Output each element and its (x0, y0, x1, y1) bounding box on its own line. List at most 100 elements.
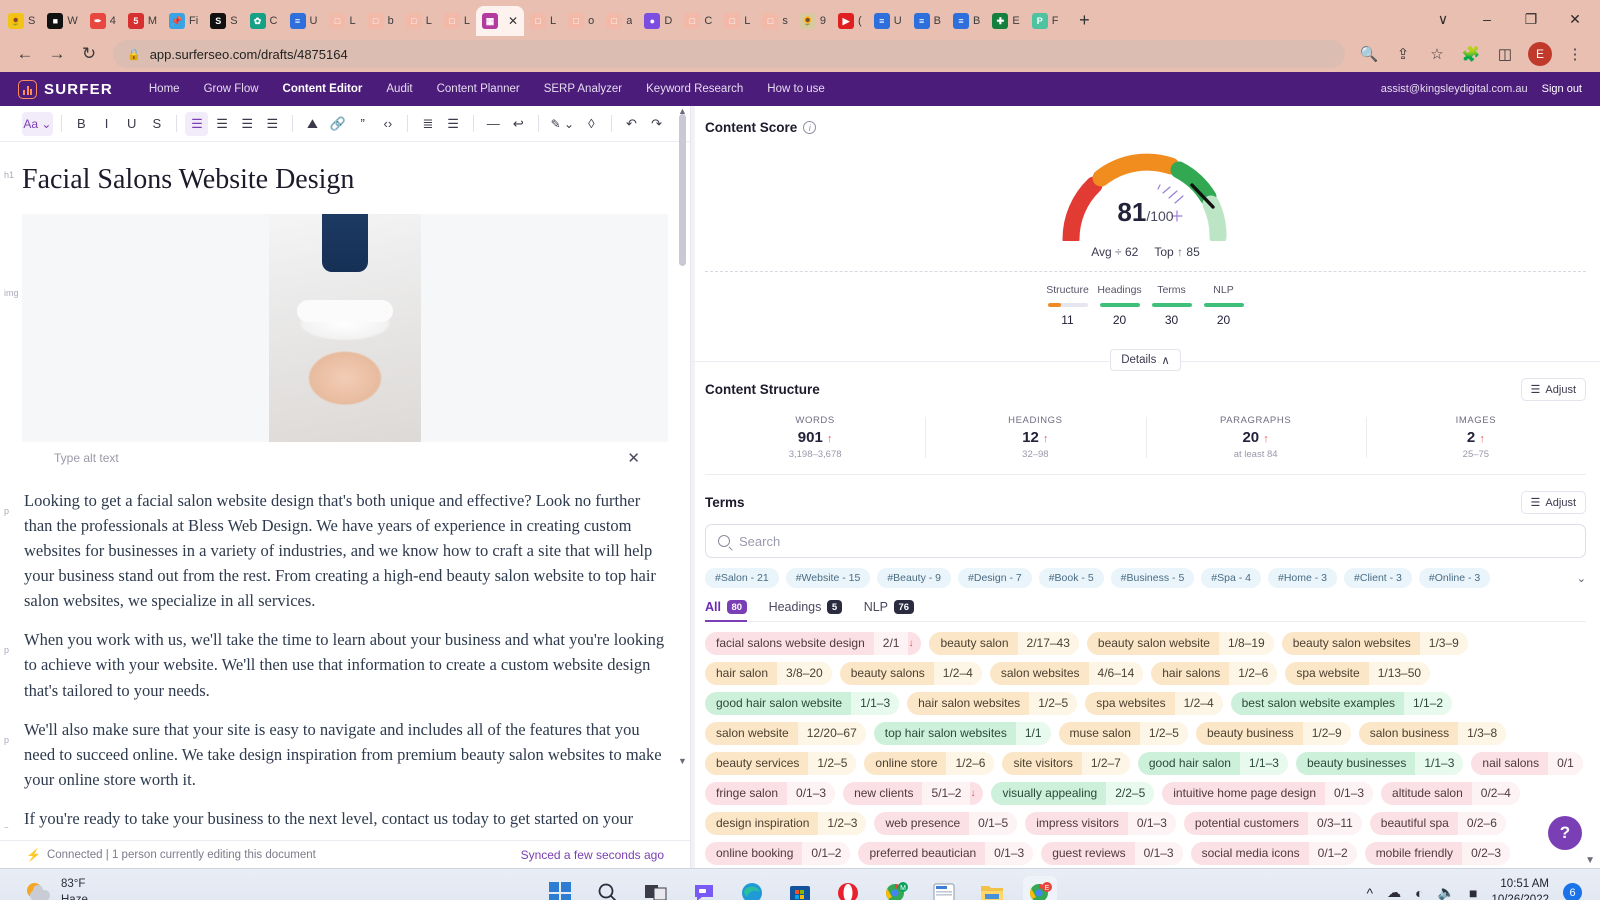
browser-tab[interactable]: ● D (638, 6, 678, 36)
scroll-up-icon[interactable]: ▲ (678, 106, 687, 116)
term-chip[interactable]: spa website 1/13–50 (1285, 662, 1431, 685)
close-icon[interactable]: ✕ (508, 14, 518, 28)
browser-tab[interactable]: □ o (562, 6, 600, 36)
address-bar[interactable]: 🔒 app.surferseo.com/drafts/4875164 (113, 40, 1345, 68)
alt-text-placeholder[interactable]: Type alt text (54, 451, 119, 465)
browser-tab[interactable]: □ C (678, 6, 718, 36)
term-chip[interactable]: beauty businesses 1/1–3 (1295, 752, 1464, 775)
term-chip[interactable]: salon websites 4/6–14 (989, 662, 1144, 685)
term-chip[interactable]: beauty services 1/2–5 (705, 752, 857, 775)
hero-image[interactable] (22, 214, 668, 442)
term-chip[interactable]: hair salon 3/8–20 (705, 662, 832, 685)
term-chip[interactable]: good hair salon website 1/1–3 (705, 692, 900, 715)
browser-tab[interactable]: 5M (122, 6, 163, 36)
microsoft-store-icon[interactable] (783, 876, 817, 900)
document-scrollbar[interactable]: ▲ ▼ (678, 106, 687, 766)
term-chip[interactable]: beautiful spa 0/2–6 (1369, 812, 1506, 835)
term-chip[interactable]: social media icons 0/1–2 (1190, 842, 1357, 865)
line-break-icon[interactable]: ↩ (507, 112, 530, 136)
browser-tab[interactable]: □ L (323, 6, 361, 36)
document-paragraph[interactable]: Looking to get a facial salon website de… (22, 488, 668, 613)
term-chip[interactable]: fringe salon 0/1–3 (705, 782, 836, 805)
term-chip[interactable]: visually appealing 2/2–5 (991, 782, 1155, 805)
term-chip[interactable]: online store 1/2–6 (864, 752, 995, 775)
adjust-terms-button[interactable]: ☰ Adjust (1520, 491, 1586, 514)
term-chip[interactable]: hair salons 1/2–6 (1151, 662, 1278, 685)
terms-search-box[interactable] (705, 524, 1586, 558)
nav-link-content-planner[interactable]: Content Planner (425, 83, 532, 95)
back-arrow-icon[interactable]: ← (10, 39, 40, 69)
nav-link-home[interactable]: Home (137, 83, 192, 95)
volume-icon[interactable]: 🔈 (1438, 884, 1455, 900)
hashtag-filter[interactable]: #Beauty - 9 (877, 568, 952, 588)
browser-tab[interactable]: □ L (400, 6, 438, 36)
forward-arrow-icon[interactable]: → (42, 39, 72, 69)
details-button[interactable]: Details ∧ (1110, 349, 1181, 371)
redo-icon[interactable]: ↷ (645, 112, 668, 136)
edge-browser-icon[interactable] (735, 876, 769, 900)
hashtag-filter[interactable]: #Online - 3 (1418, 568, 1491, 588)
document-canvas[interactable]: h1 Facial Salons Website Design img Type… (0, 142, 690, 840)
side-panel-icon[interactable]: ◫ (1490, 39, 1520, 69)
term-chip[interactable]: beauty business 1/2–9 (1195, 722, 1351, 745)
document-paragraph[interactable]: We'll also make sure that your site is e… (22, 717, 668, 792)
term-chip[interactable]: design inspiration 1/2–3 (705, 812, 867, 835)
hashtag-filter[interactable]: #Client - 3 (1344, 568, 1412, 588)
hashtag-filter[interactable]: #Business - 5 (1110, 568, 1195, 588)
scroll-down-icon[interactable]: ▼ (678, 756, 687, 766)
notification-badge[interactable]: 6 (1563, 883, 1582, 900)
close-icon[interactable]: ✕ (627, 449, 640, 467)
terms-tab-headings[interactable]: Headings 5 (769, 600, 842, 621)
clock[interactable]: 10:51 AM 10/26/2022 (1491, 877, 1549, 900)
kebab-menu-icon[interactable]: ⋮ (1560, 39, 1590, 69)
italic-icon[interactable]: I (95, 112, 118, 136)
browser-tab[interactable]: □ s (756, 6, 794, 36)
term-chip[interactable]: mobile friendly 0/2–3 (1364, 842, 1511, 865)
browser-tab[interactable]: □ L (438, 6, 476, 36)
page-title[interactable]: Facial Salons Website Design (22, 164, 668, 196)
share-icon[interactable]: ⇪ (1388, 39, 1418, 69)
battery-icon[interactable]: ■ (1469, 885, 1477, 900)
term-chip[interactable]: beauty salons 1/2–4 (839, 662, 982, 685)
term-chip[interactable]: potential customers 0/3–11 (1183, 812, 1362, 835)
nav-link-how-to-use[interactable]: How to use (755, 83, 837, 95)
term-chip[interactable]: online booking 0/1–2 (705, 842, 851, 865)
browser-tab[interactable]: ▶( (832, 6, 868, 36)
term-chip[interactable]: site visitors 1/2–7 (1002, 752, 1130, 775)
hashtag-filter[interactable]: #Salon - 21 (705, 568, 779, 588)
browser-tab[interactable]: ≡ B (947, 6, 986, 36)
term-chip[interactable]: facial salons website design 2/1 ↓ (705, 632, 922, 655)
search-icon[interactable] (591, 876, 625, 900)
adjust-structure-button[interactable]: ☰ Adjust (1520, 378, 1586, 401)
task-view-icon[interactable] (639, 876, 673, 900)
notepad-icon[interactable] (927, 876, 961, 900)
blockquote-icon[interactable]: ” (351, 112, 374, 136)
bullet-list-icon[interactable]: ☰ (442, 112, 465, 136)
term-chip[interactable]: beauty salon websites 1/3–9 (1281, 632, 1468, 655)
wifi-icon[interactable]: ◐ (1415, 885, 1423, 900)
search-icon[interactable]: 🔍 (1354, 39, 1384, 69)
insert-image-icon[interactable]: ⛰ (301, 112, 324, 136)
align-justify-icon[interactable]: ☰ (261, 112, 284, 136)
nav-link-serp-analyzer[interactable]: SERP Analyzer (532, 83, 634, 95)
hashtag-filter[interactable]: #Website - 15 (785, 568, 871, 588)
browser-tab[interactable]: ≡ U (284, 6, 324, 36)
strikethrough-icon[interactable]: S (145, 112, 168, 136)
star-icon[interactable]: ☆ (1422, 39, 1452, 69)
browser-tab[interactable]: □ b (362, 6, 400, 36)
file-explorer-icon[interactable] (975, 876, 1009, 900)
browser-tab[interactable]: ≡ B (908, 6, 947, 36)
bold-icon[interactable]: B (70, 112, 93, 136)
term-chip[interactable]: salon website 12/20–67 (705, 722, 866, 745)
highlight-icon[interactable]: ✎ ⌄ (547, 112, 578, 136)
term-chip[interactable]: altitude salon 0/2–4 (1381, 782, 1520, 805)
term-chip[interactable]: beauty salon website 1/8–19 (1086, 632, 1274, 655)
terms-tab-nlp[interactable]: NLP 76 (864, 600, 914, 621)
underline-icon[interactable]: U (120, 112, 143, 136)
code-block-icon[interactable]: ‹› (376, 112, 399, 136)
close-window-button[interactable]: ✕ (1554, 4, 1596, 34)
term-chip[interactable]: spa websites 1/2–4 (1085, 692, 1223, 715)
scroll-down-icon[interactable]: ▼ (1585, 855, 1595, 866)
browser-tab[interactable]: ■ W (41, 6, 83, 36)
hashtag-filter[interactable]: #Home - 3 (1268, 568, 1338, 588)
